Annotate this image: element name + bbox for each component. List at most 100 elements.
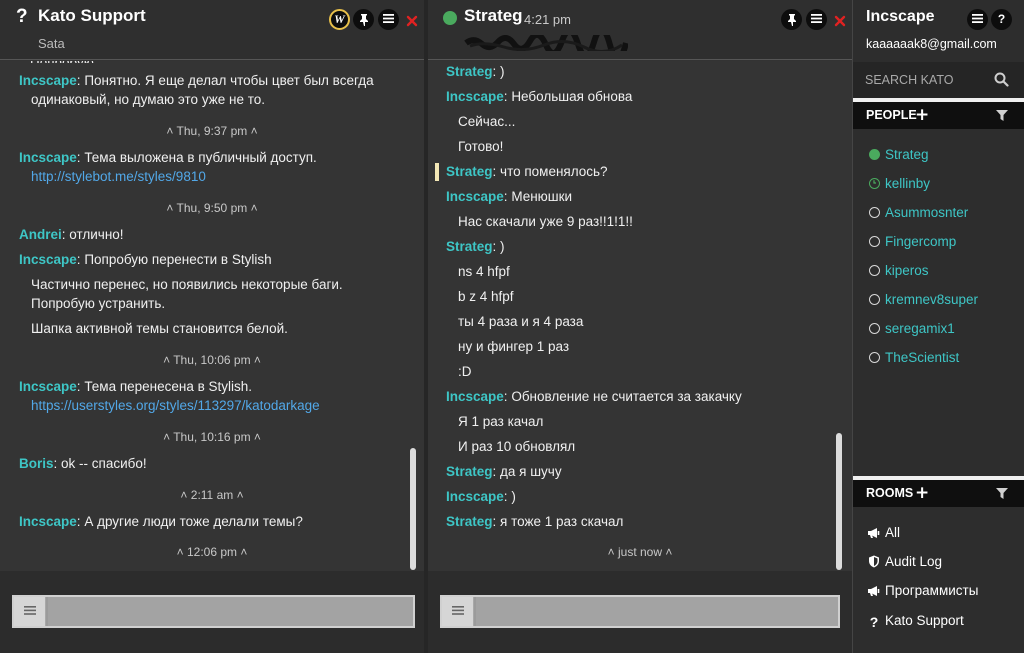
- chat-pane-kato-support: ? Kato Support Sata W Попробую Incscape:…: [0, 0, 424, 653]
- message-author[interactable]: Incscape: [446, 89, 504, 104]
- pin-icon: [787, 14, 796, 26]
- chat-title: Kato Support: [38, 6, 146, 25]
- chat-header: Strateg 4:21 pm: [428, 0, 852, 60]
- message-text: Попробую перенести в Stylish: [84, 252, 272, 267]
- message-continuation: ns 4 hfpf: [458, 264, 852, 279]
- current-user-name[interactable]: Incscape: [866, 8, 934, 26]
- message-author[interactable]: Incscape: [19, 514, 77, 529]
- message-author[interactable]: Andrei: [19, 227, 62, 242]
- message-input[interactable]: [48, 597, 413, 626]
- filter-icon[interactable]: [996, 110, 1008, 121]
- message-author[interactable]: Incscape: [19, 150, 77, 165]
- message-author[interactable]: Incscape: [19, 73, 77, 88]
- person-name: Asummosnter: [885, 205, 969, 220]
- compose-menu-button[interactable]: [442, 597, 474, 626]
- message-text: ): [511, 489, 516, 504]
- message-text: что поменялось?: [500, 164, 608, 179]
- person-item[interactable]: Asummosnter: [869, 205, 968, 220]
- person-item[interactable]: kiperos: [869, 263, 929, 278]
- menu-button[interactable]: [806, 9, 827, 30]
- message-text: да я шучу: [500, 464, 562, 479]
- hamburger-icon: [811, 14, 822, 23]
- message-author[interactable]: Strateg: [446, 239, 493, 254]
- search-icon[interactable]: [994, 72, 1009, 87]
- megaphone-icon: [867, 585, 881, 600]
- room-item[interactable]: ? Kato Support: [867, 613, 964, 630]
- person-item[interactable]: Strateg: [869, 147, 929, 162]
- add-person-icon[interactable]: +: [915, 105, 929, 125]
- message-colon: :: [492, 514, 501, 529]
- message-input-box: [12, 595, 415, 628]
- time-separator[interactable]: ˄ Thu, 9:37 pm ˄: [0, 124, 424, 138]
- message-text: Понятно. Я еще делал чтобы цвет был всег…: [84, 73, 374, 88]
- person-item[interactable]: TheScientist: [869, 350, 959, 365]
- person-item[interactable]: kellinby: [869, 176, 930, 191]
- people-section-header: PEOPLE +: [853, 98, 1024, 129]
- message-author[interactable]: Strateg: [446, 64, 493, 79]
- room-item[interactable]: All: [867, 525, 900, 542]
- message-text: ok -- спасибо!: [61, 456, 147, 471]
- menu-button[interactable]: [378, 9, 399, 30]
- search-bar: [853, 62, 1024, 98]
- message-link: http://stylebot.me/styles/9810: [31, 169, 424, 184]
- message-author[interactable]: Incscape: [19, 379, 77, 394]
- time-separator[interactable]: ˄ just now ˄: [428, 545, 852, 559]
- chat-subtitle: Sata: [38, 36, 65, 51]
- rooms-section-header: ROOMS +: [853, 476, 1024, 507]
- message-link-text[interactable]: https://userstyles.org/styles/113297/kat…: [31, 398, 320, 413]
- question-mark-icon: ?: [16, 6, 28, 27]
- pin-button[interactable]: [781, 9, 802, 30]
- message-author[interactable]: Incscape: [19, 252, 77, 267]
- person-name: TheScientist: [885, 350, 960, 365]
- time-separator[interactable]: ˄ Thu, 9:50 pm ˄: [0, 201, 424, 215]
- message-author[interactable]: Strateg: [446, 514, 493, 529]
- add-room-icon[interactable]: +: [915, 483, 929, 503]
- message: Strateg: да я шучу: [446, 464, 852, 479]
- message-author[interactable]: Incscape: [446, 489, 504, 504]
- scrollbar[interactable]: [410, 448, 416, 570]
- time-separator[interactable]: ˄ Thu, 10:06 pm ˄: [0, 353, 424, 367]
- room-item[interactable]: Программисты: [867, 583, 978, 600]
- w-button[interactable]: W: [329, 9, 350, 30]
- message-input[interactable]: [476, 597, 838, 626]
- offline-status-icon: [869, 323, 880, 334]
- message-author[interactable]: Strateg: [446, 464, 493, 479]
- person-item[interactable]: kremnev8super: [869, 292, 978, 307]
- time-separator[interactable]: ˄ 12:06 pm ˄: [0, 545, 424, 559]
- message-continuation: Шапка активной темы становится белой.: [31, 321, 424, 336]
- message-author[interactable]: Boris: [19, 456, 54, 471]
- filter-icon[interactable]: [996, 488, 1008, 499]
- pin-button[interactable]: [353, 9, 374, 30]
- message-link-text[interactable]: http://stylebot.me/styles/9810: [31, 169, 206, 184]
- rooms-label: ROOMS: [866, 486, 914, 500]
- message-text: отлично!: [69, 227, 124, 242]
- close-icon[interactable]: [833, 14, 847, 28]
- help-button[interactable]: ?: [991, 9, 1012, 30]
- time-separator[interactable]: ˄ 2:11 am ˄: [0, 488, 424, 502]
- separator-text: ˄ 2:11 am ˄: [180, 488, 244, 502]
- room-item[interactable]: Audit Log: [867, 554, 942, 571]
- compose-menu-button[interactable]: [14, 597, 46, 626]
- close-icon[interactable]: [405, 14, 419, 28]
- message-author[interactable]: Incscape: [446, 389, 504, 404]
- message-continuation: Нас скачали уже 9 раз!!1!1!!: [458, 214, 852, 229]
- message-continuation: Частично перенес, но появились некоторые…: [31, 277, 424, 292]
- shield-icon: [867, 555, 881, 571]
- message-colon: :: [53, 456, 62, 471]
- message-text: b z 4 hfpf: [458, 289, 514, 304]
- offline-status-icon: [869, 265, 880, 276]
- current-user-email: kaaaaaak8@gmail.com: [866, 37, 997, 51]
- message-author[interactable]: Incscape: [446, 189, 504, 204]
- sidebar-menu-button[interactable]: [967, 9, 988, 30]
- search-input[interactable]: [865, 70, 993, 90]
- time-separator[interactable]: ˄ Thu, 10:16 pm ˄: [0, 430, 424, 444]
- person-item[interactable]: seregamix1: [869, 321, 955, 336]
- message-text: А другие люди тоже делали темы?: [84, 514, 303, 529]
- person-item[interactable]: Fingercomp: [869, 234, 956, 249]
- scrollbar[interactable]: [836, 433, 842, 570]
- message-text: ): [500, 239, 505, 254]
- message-text: Попробую устранить.: [31, 296, 166, 311]
- message-author[interactable]: Strateg: [446, 164, 493, 179]
- message-continuation: b z 4 hfpf: [458, 289, 852, 304]
- message-text: Тема перенесена в Stylish.: [84, 379, 253, 394]
